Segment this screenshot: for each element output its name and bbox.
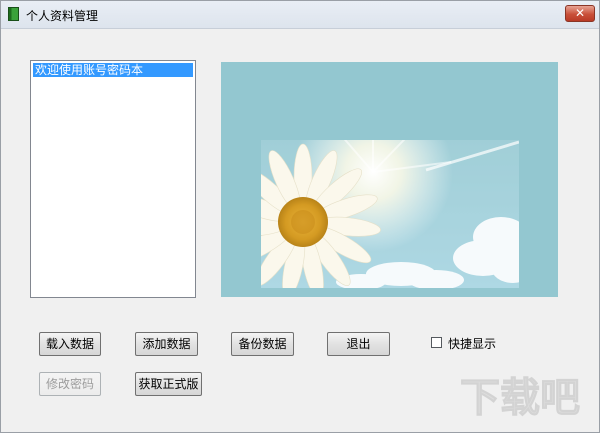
close-button[interactable]: ✕ — [565, 5, 595, 22]
download-site-watermark: 下载吧 — [460, 375, 581, 422]
account-listbox[interactable]: 欢迎使用账号密码本 — [30, 60, 196, 298]
window-title: 个人资料管理 — [26, 9, 99, 23]
list-item[interactable]: 欢迎使用账号密码本 — [33, 63, 193, 77]
backup-data-button[interactable]: 备份数据 — [231, 332, 294, 356]
daisy-sky-picture — [221, 62, 558, 297]
daisy-sky-image — [221, 62, 558, 297]
add-data-button[interactable]: 添加数据 — [135, 332, 198, 356]
load-data-button[interactable]: 载入数据 — [39, 332, 101, 356]
quick-display-label: 快捷显示 — [448, 337, 497, 351]
app-book-icon — [8, 7, 19, 21]
main-window: 个人资料管理 ✕ 欢迎使用账号密码本 载入数据 添加数据 备份数据 退出 快捷显… — [0, 0, 600, 433]
get-full-version-button[interactable]: 获取正式版 — [135, 372, 202, 396]
title-bar[interactable]: 个人资料管理 ✕ — [1, 1, 599, 29]
svg-text:下载吧: 下载吧 — [460, 375, 580, 421]
exit-button[interactable]: 退出 — [327, 332, 390, 356]
change-password-button[interactable]: 修改密码 — [39, 372, 101, 396]
quick-display-checkbox[interactable] — [431, 337, 442, 348]
